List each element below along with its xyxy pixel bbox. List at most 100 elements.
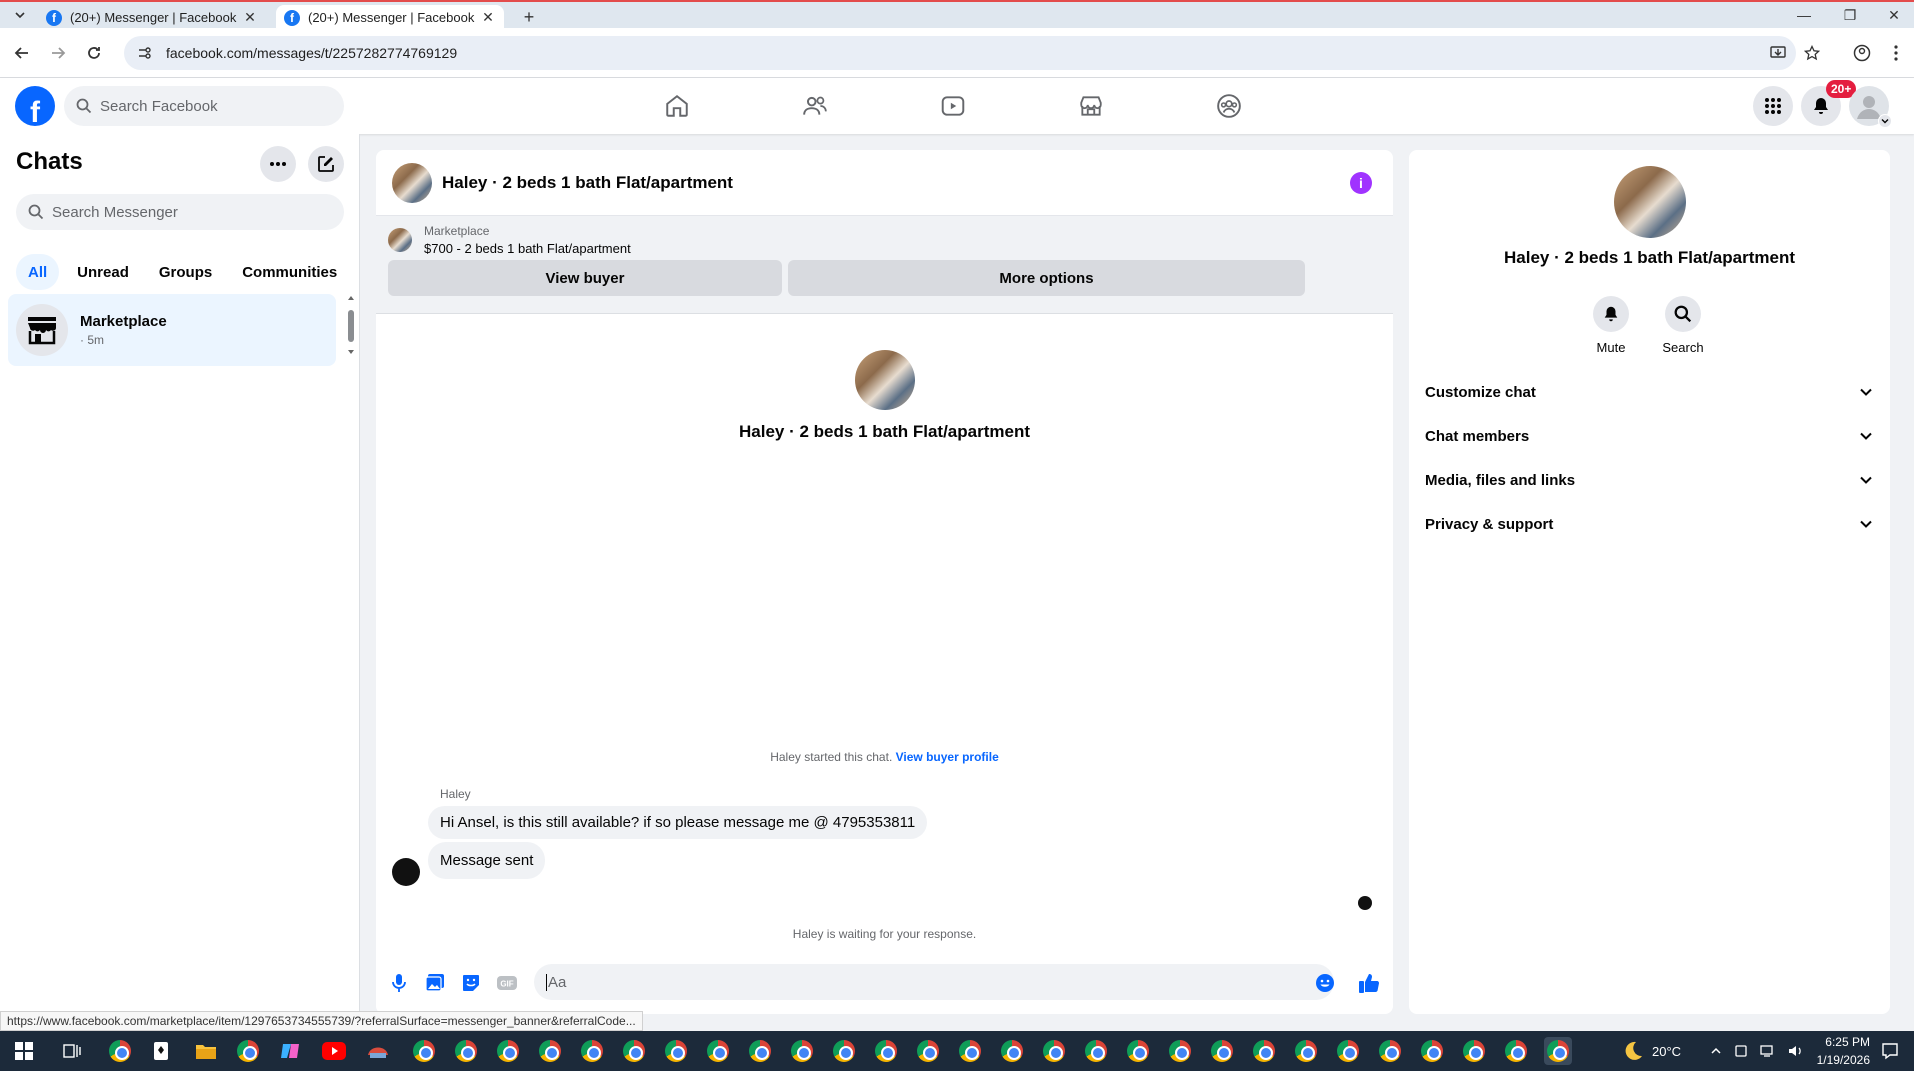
new-message-button[interactable] xyxy=(308,146,344,182)
conversation-title[interactable]: Haley · 2 beds 1 bath Flat/apartment xyxy=(442,173,733,193)
chats-scrollbar[interactable] xyxy=(346,294,356,356)
nav-video[interactable] xyxy=(937,90,969,122)
close-icon[interactable]: ✕ xyxy=(480,9,496,26)
filter-all[interactable]: All xyxy=(16,254,60,290)
nav-home[interactable] xyxy=(661,90,693,122)
account-chevron[interactable] xyxy=(1878,114,1892,128)
taskbar-chrome-window[interactable] xyxy=(1082,1037,1110,1065)
message-bubble[interactable]: Message sent xyxy=(428,842,546,879)
message-input[interactable]: Aa xyxy=(534,964,1334,1000)
taskbar-youtube[interactable] xyxy=(320,1037,348,1065)
taskbar-chrome-window[interactable] xyxy=(578,1037,606,1065)
taskbar-chrome-window[interactable] xyxy=(1376,1037,1404,1065)
chat-list-item[interactable]: Marketplace · 5m xyxy=(8,294,336,366)
view-buyer-profile-link[interactable]: View buyer profile xyxy=(896,750,999,764)
browser-tab[interactable]: f (20+) Messenger | Facebook ✕ xyxy=(38,5,266,30)
taskbar-chrome-window[interactable] xyxy=(704,1037,732,1065)
chats-options-button[interactable] xyxy=(260,146,296,182)
mute-button[interactable] xyxy=(1593,296,1629,332)
taskbar-chrome-window[interactable] xyxy=(746,1037,774,1065)
sender-avatar[interactable] xyxy=(392,858,420,886)
taskbar-chrome-window[interactable] xyxy=(956,1037,984,1065)
nav-groups[interactable] xyxy=(1213,90,1245,122)
weather-widget[interactable]: 20°C xyxy=(1622,1031,1681,1071)
browser-menu-button[interactable] xyxy=(1884,41,1908,65)
taskbar-app[interactable] xyxy=(364,1037,392,1065)
sticker-button[interactable] xyxy=(460,972,482,994)
task-view-button[interactable] xyxy=(58,1037,86,1065)
gif-button[interactable]: GIF xyxy=(496,972,518,994)
media-files-links-section[interactable]: Media, files and links xyxy=(1425,460,1881,500)
taskbar-file-explorer[interactable] xyxy=(192,1037,220,1065)
listing-avatar[interactable] xyxy=(1613,166,1686,238)
privacy-support-section[interactable]: Privacy & support xyxy=(1425,504,1881,544)
facebook-search-input[interactable]: Search Facebook xyxy=(64,86,344,126)
forward-button[interactable] xyxy=(46,41,70,65)
taskbar-chrome-window[interactable] xyxy=(452,1037,480,1065)
taskbar-chrome-window[interactable] xyxy=(662,1037,690,1065)
taskbar-chrome-window-active[interactable] xyxy=(1544,1037,1572,1065)
reload-button[interactable] xyxy=(82,41,106,65)
info-icon[interactable]: i xyxy=(1350,172,1372,194)
bookmark-button[interactable] xyxy=(1800,41,1824,65)
taskbar-chrome-window[interactable] xyxy=(536,1037,564,1065)
nav-marketplace[interactable] xyxy=(1075,90,1107,122)
close-icon[interactable]: ✕ xyxy=(242,9,258,26)
search-action[interactable]: Search xyxy=(1653,296,1713,355)
taskbar-chrome-window[interactable] xyxy=(830,1037,858,1065)
taskbar-chrome-window[interactable] xyxy=(1250,1037,1278,1065)
taskbar-chrome-window[interactable] xyxy=(914,1037,942,1065)
nav-friends[interactable] xyxy=(799,90,831,122)
window-close-button[interactable]: ✕ xyxy=(1874,4,1914,26)
browser-tab-active[interactable]: f (20+) Messenger | Facebook ✕ xyxy=(276,5,504,30)
system-clock[interactable]: 6:25 PM 1/19/2026 xyxy=(1800,1033,1870,1069)
like-button[interactable] xyxy=(1358,972,1380,994)
taskbar-chrome-window[interactable] xyxy=(1502,1037,1530,1065)
taskbar-chrome-window[interactable] xyxy=(1124,1037,1152,1065)
system-tray[interactable] xyxy=(1710,1031,1804,1071)
emoji-button[interactable] xyxy=(1314,972,1336,994)
notification-center-button[interactable] xyxy=(1876,1037,1904,1065)
taskbar-chrome[interactable] xyxy=(106,1037,134,1065)
listing-info[interactable]: Marketplace $700 - 2 beds 1 bath Flat/ap… xyxy=(388,224,631,256)
tab-search-button[interactable] xyxy=(8,5,32,25)
menu-button[interactable] xyxy=(1753,86,1793,126)
taskbar-solitaire[interactable] xyxy=(148,1037,176,1065)
install-app-button[interactable] xyxy=(1766,41,1790,65)
taskbar-chrome-window[interactable] xyxy=(1292,1037,1320,1065)
mute-action[interactable]: Mute xyxy=(1581,296,1641,355)
back-button[interactable] xyxy=(10,41,34,65)
restore-button[interactable]: ❐ xyxy=(1830,4,1870,26)
taskbar-copilot[interactable] xyxy=(276,1037,304,1065)
message-bubble[interactable]: Hi Ansel, is this still available? if so… xyxy=(428,806,928,839)
voice-clip-button[interactable] xyxy=(388,972,410,994)
taskbar-chrome-window[interactable] xyxy=(998,1037,1026,1065)
minimize-button[interactable]: — xyxy=(1784,4,1824,26)
filter-groups[interactable]: Groups xyxy=(147,254,224,290)
filter-unread[interactable]: Unread xyxy=(65,254,141,290)
listing-thumbnail[interactable] xyxy=(392,162,432,203)
taskbar-chrome-window[interactable] xyxy=(872,1037,900,1065)
taskbar-chrome-window[interactable] xyxy=(788,1037,816,1065)
search-in-chat-button[interactable] xyxy=(1665,296,1701,332)
taskbar-chrome-window[interactable] xyxy=(1418,1037,1446,1065)
taskbar-chrome-window[interactable] xyxy=(410,1037,438,1065)
taskbar-chrome-window[interactable] xyxy=(1334,1037,1362,1065)
messenger-search-input[interactable]: Search Messenger xyxy=(16,194,344,230)
attach-media-button[interactable] xyxy=(424,972,446,994)
new-tab-button[interactable]: + xyxy=(518,6,540,28)
taskbar-chrome-window[interactable] xyxy=(1040,1037,1068,1065)
start-button[interactable] xyxy=(10,1037,38,1065)
view-buyer-button[interactable]: View buyer xyxy=(388,260,782,296)
profile-button[interactable] xyxy=(1850,41,1874,65)
chat-members-section[interactable]: Chat members xyxy=(1425,416,1881,456)
taskbar-chrome-2[interactable] xyxy=(234,1037,262,1065)
filter-communities[interactable]: Communities xyxy=(230,254,349,290)
taskbar-chrome-window[interactable] xyxy=(494,1037,522,1065)
facebook-logo[interactable]: f xyxy=(15,86,55,126)
taskbar-chrome-window[interactable] xyxy=(1166,1037,1194,1065)
taskbar-chrome-window[interactable] xyxy=(1460,1037,1488,1065)
more-options-button[interactable]: More options xyxy=(788,260,1305,296)
address-bar[interactable]: facebook.com/messages/t/2257282774769129 xyxy=(124,36,1796,70)
customize-chat-section[interactable]: Customize chat xyxy=(1425,372,1881,412)
